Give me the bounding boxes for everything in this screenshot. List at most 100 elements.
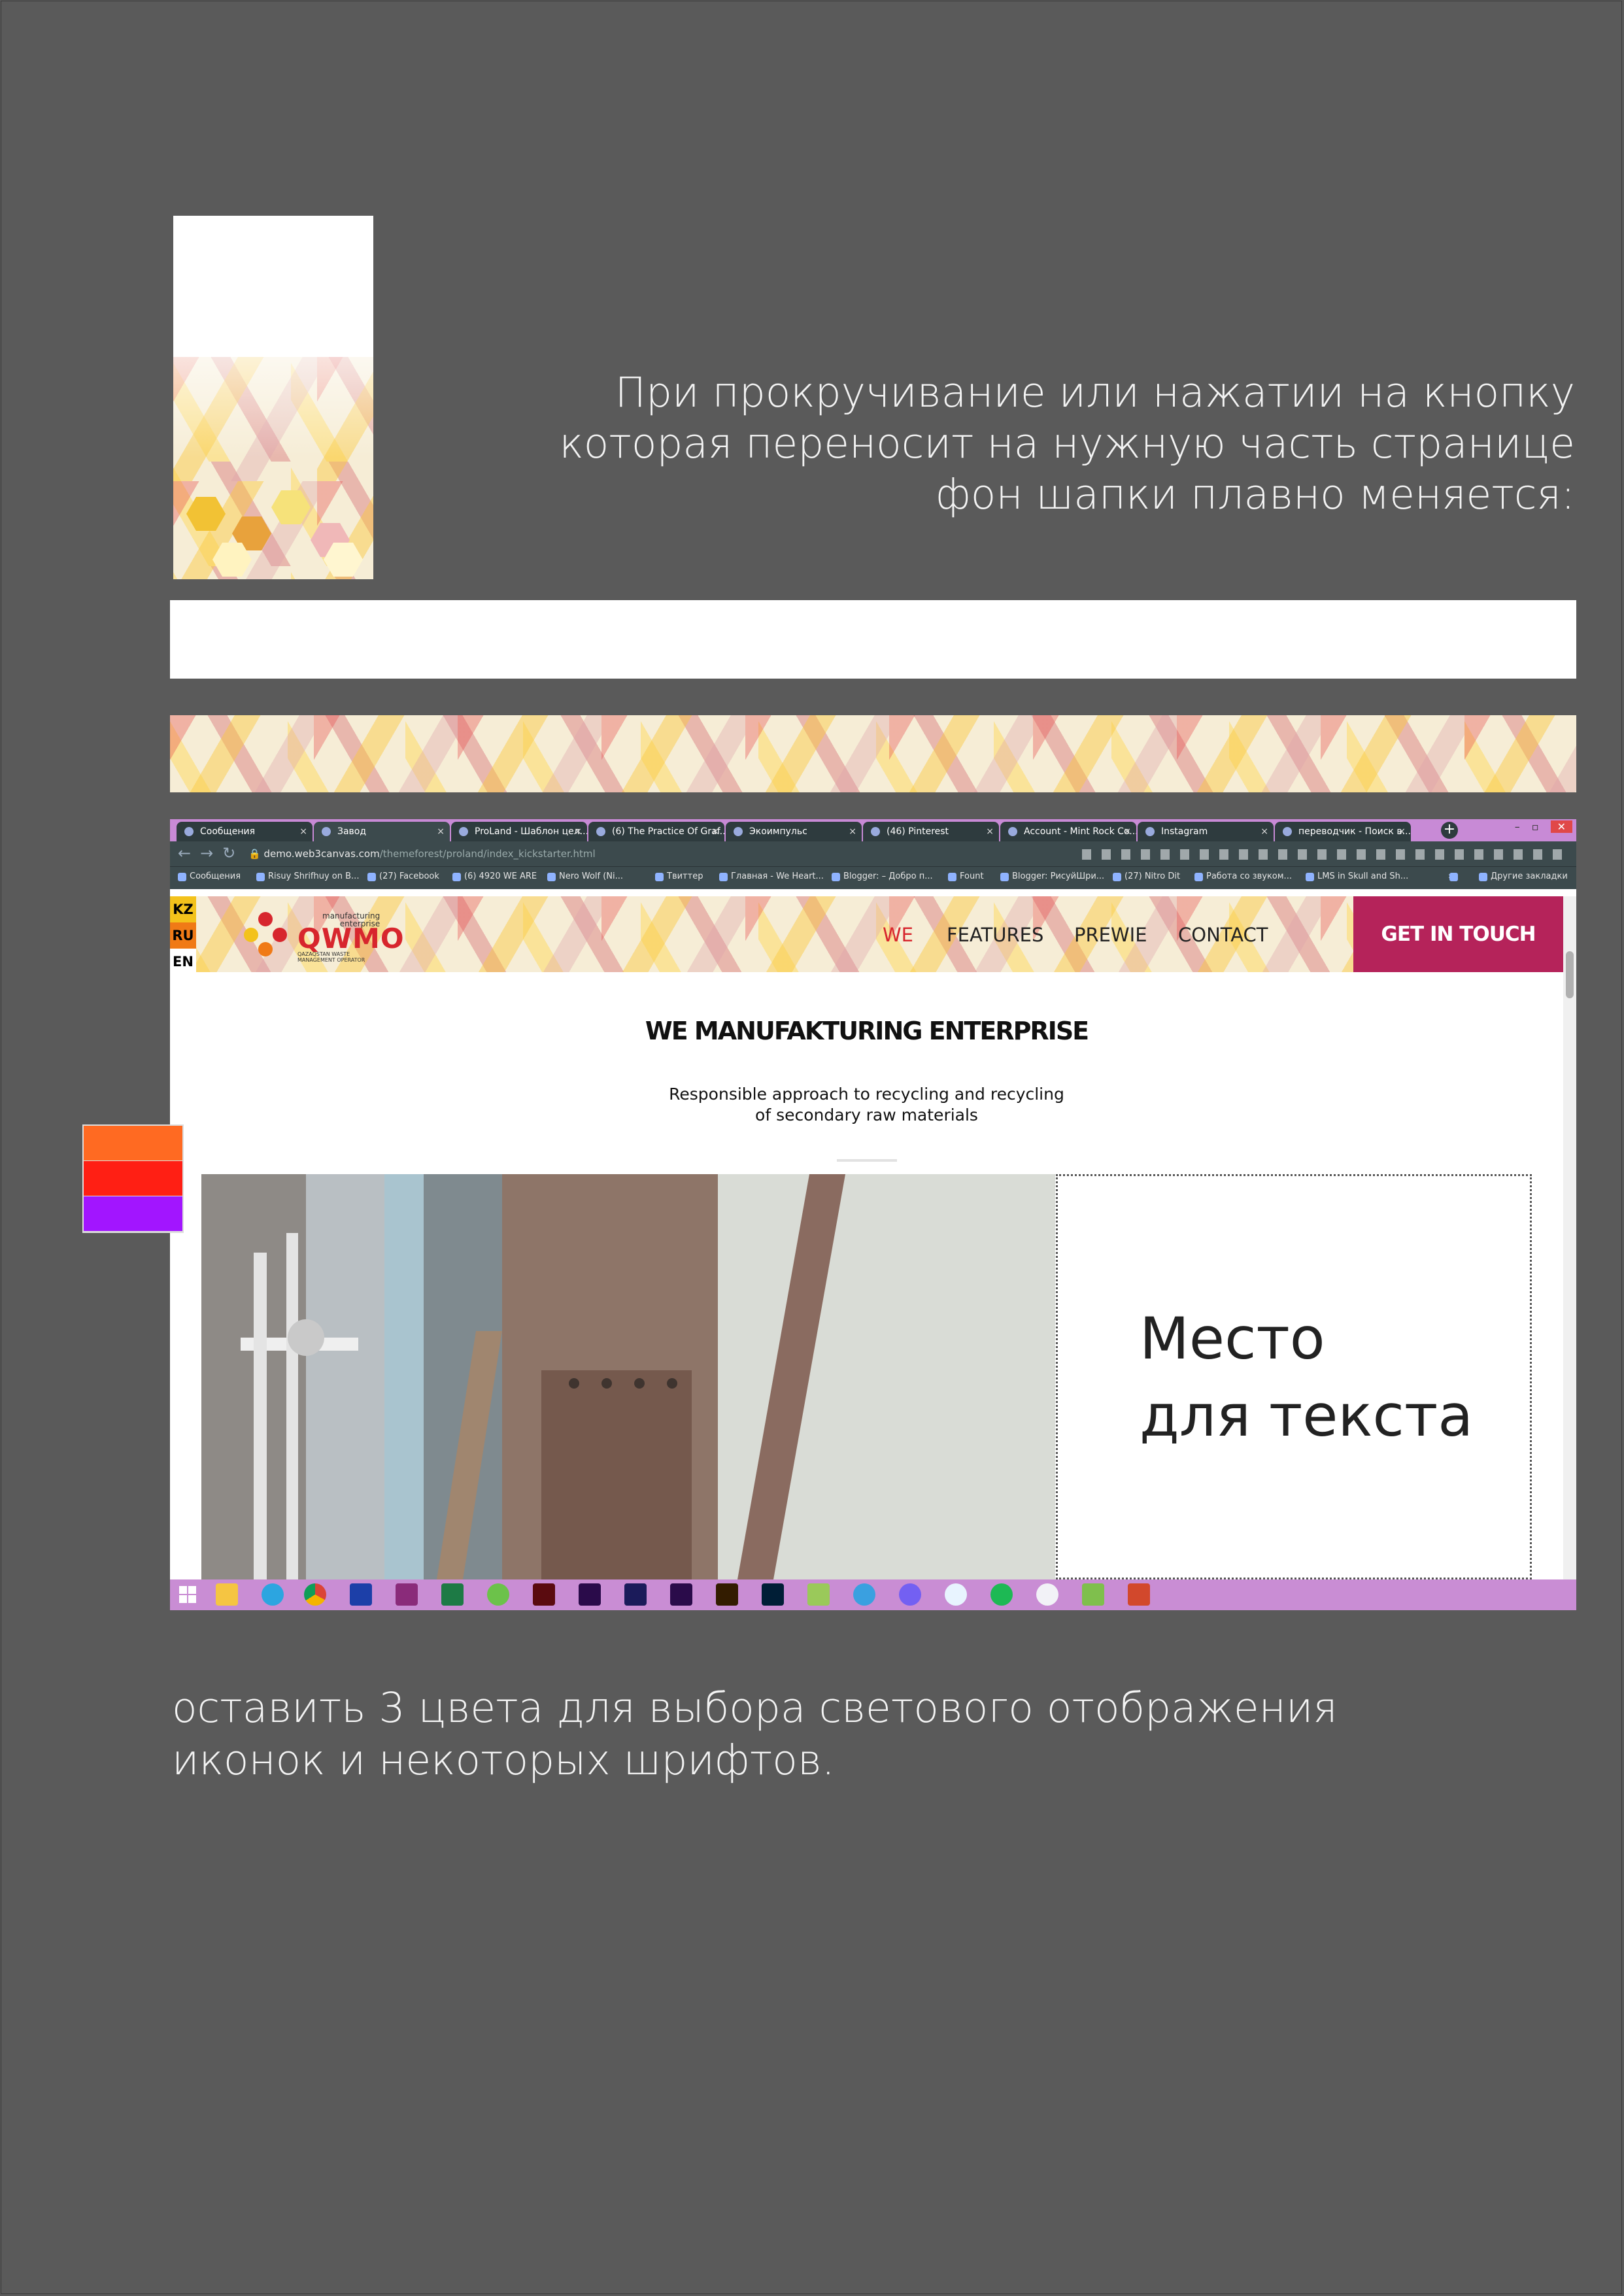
save-icon[interactable] bbox=[350, 1583, 372, 1606]
headline-line: При прокручивание или нажатии на кнопку bbox=[615, 369, 1575, 416]
bookmark-item[interactable]: Blogger: РисуйШри... bbox=[999, 871, 1104, 881]
swatch-purple[interactable] bbox=[84, 1196, 182, 1232]
windows-taskbar bbox=[170, 1579, 1576, 1610]
close-icon[interactable]: × bbox=[574, 822, 582, 841]
browser-tab[interactable]: (6) The Practice Of Graf... × bbox=[588, 822, 724, 841]
clock-24-icon[interactable] bbox=[853, 1583, 875, 1606]
chrome-icon[interactable] bbox=[304, 1583, 326, 1606]
get-in-touch-button[interactable]: GET IN TOUCH bbox=[1353, 896, 1563, 972]
navigation-buttons: ←→↻ bbox=[178, 844, 245, 862]
nav-prewie[interactable]: PREWIE bbox=[1074, 924, 1147, 946]
animate-icon[interactable] bbox=[533, 1583, 555, 1606]
section-subtitle-line: Responsible approach to recycling and re… bbox=[669, 1085, 1064, 1104]
bookmark-item[interactable]: Главная - We Heart... bbox=[718, 871, 824, 881]
bookmark-item[interactable]: Nero Wolf (Ni... bbox=[546, 871, 623, 881]
browser-tab[interactable]: переводчик - Поиск в... × bbox=[1275, 822, 1411, 841]
scrollbar-thumb[interactable] bbox=[1566, 951, 1574, 998]
viber-icon[interactable] bbox=[899, 1583, 921, 1606]
bookmark-item[interactable]: Risuy Shrifhuy on B... bbox=[255, 871, 359, 881]
bookmark-item[interactable]: LMS in Skull and Sh... bbox=[1304, 871, 1408, 881]
tab-favicon-icon bbox=[871, 827, 880, 836]
nav-contact[interactable]: CONTACT bbox=[1178, 924, 1268, 946]
close-icon[interactable]: × bbox=[1260, 822, 1268, 841]
url-field[interactable]: 🔒 demo.web3canvas.com/themeforest/prolan… bbox=[248, 845, 1216, 862]
shazam-icon[interactable] bbox=[945, 1583, 967, 1606]
reload-icon[interactable]: ↻ bbox=[222, 844, 245, 862]
script-icon[interactable] bbox=[807, 1583, 830, 1606]
page-scrollbar[interactable] bbox=[1563, 896, 1576, 1589]
site-header: KZ RU EN manufacturing enterprise QWMO QA… bbox=[170, 896, 1563, 975]
bookmark-item[interactable]: Fount bbox=[947, 871, 984, 881]
browser-tab[interactable]: Завод × bbox=[314, 822, 450, 841]
character-animator-icon[interactable] bbox=[579, 1583, 601, 1606]
illustrator-icon[interactable] bbox=[716, 1583, 738, 1606]
text-placeholder: Место для текста bbox=[1140, 1305, 1474, 1449]
winrar-icon[interactable] bbox=[396, 1583, 418, 1606]
torrent-icon[interactable] bbox=[487, 1583, 509, 1606]
itunes-icon[interactable] bbox=[1036, 1583, 1058, 1606]
browser-tab[interactable]: Экоимпульс × bbox=[726, 822, 862, 841]
back-icon[interactable]: ← bbox=[178, 844, 200, 862]
file-explorer-icon[interactable] bbox=[216, 1583, 238, 1606]
logo-mark-icon bbox=[273, 928, 287, 942]
tab-title: (6) The Practice Of Graf... bbox=[612, 826, 724, 837]
logo-mark-icon bbox=[244, 928, 258, 942]
feather-icon[interactable] bbox=[1082, 1583, 1104, 1606]
tab-favicon-icon bbox=[1145, 827, 1155, 836]
tab-strip: Сообщения × Завод × ProLand - Шаблон цел..… bbox=[170, 819, 1576, 841]
lang-kz[interactable]: KZ bbox=[170, 896, 196, 922]
browser-tab[interactable]: Instagram × bbox=[1138, 822, 1274, 841]
bookmark-item[interactable]: (6) 4920 WE ARE bbox=[451, 871, 537, 881]
restore-icon[interactable]: ▫ bbox=[1532, 820, 1551, 833]
close-icon[interactable]: × bbox=[711, 822, 719, 841]
telegram-icon[interactable] bbox=[262, 1583, 284, 1606]
bookmarks-bar: Сообщения Risuy Shrifhuy on B... (27) Fa… bbox=[170, 866, 1576, 889]
browser-tab[interactable]: (46) Pinterest × bbox=[863, 822, 999, 841]
photoshop-icon[interactable] bbox=[762, 1583, 784, 1606]
windows-start-icon[interactable] bbox=[179, 1586, 196, 1603]
bookmark-item[interactable]: Твиттер bbox=[654, 871, 703, 881]
url-host: demo.web3canvas.com bbox=[263, 848, 380, 860]
lang-en[interactable]: EN bbox=[170, 949, 196, 975]
close-icon[interactable]: × bbox=[1123, 822, 1131, 841]
lang-ru[interactable]: RU bbox=[170, 922, 196, 949]
close-icon[interactable]: × bbox=[299, 822, 307, 841]
new-tab-button[interactable]: + bbox=[1441, 822, 1458, 839]
forward-icon[interactable]: → bbox=[200, 844, 222, 862]
bookmark-item[interactable]: Работа со звуком... bbox=[1193, 871, 1292, 881]
tab-favicon-icon bbox=[459, 827, 468, 836]
acrobat-icon[interactable] bbox=[1128, 1583, 1150, 1606]
browser-tab[interactable]: Account - Mint Rock Co... × bbox=[1000, 822, 1136, 841]
more-bookmarks-button[interactable]: » bbox=[1448, 871, 1458, 881]
close-icon[interactable]: × bbox=[986, 822, 994, 841]
close-icon[interactable]: × bbox=[437, 822, 445, 841]
header-state-white bbox=[170, 600, 1576, 679]
extension-icons[interactable] bbox=[1082, 849, 1566, 860]
bookmark-item[interactable]: (27) Facebook bbox=[366, 871, 439, 881]
other-bookmarks-folder[interactable]: Другие закладки bbox=[1478, 871, 1568, 881]
bookmark-item[interactable]: Сообщения bbox=[177, 871, 241, 881]
logo-subtitle: QAZAQSTAN WASTE MANAGEMENT OPERATOR bbox=[297, 951, 365, 963]
tab-favicon-icon bbox=[322, 827, 331, 836]
adobe-dimension-icon[interactable] bbox=[624, 1583, 647, 1606]
close-icon[interactable]: × bbox=[849, 822, 856, 841]
minimize-icon[interactable]: – bbox=[1515, 820, 1532, 833]
swatch-red[interactable] bbox=[84, 1161, 182, 1196]
close-icon[interactable]: × bbox=[1398, 822, 1406, 841]
industrial-photo bbox=[201, 1174, 1055, 1579]
bookmark-item[interactable]: Blogger: – Добро п... bbox=[830, 871, 933, 881]
swatch-orange[interactable] bbox=[84, 1126, 182, 1161]
nav-features[interactable]: FEATURES bbox=[947, 924, 1043, 946]
header-state-pattern bbox=[170, 715, 1576, 792]
site-logo[interactable]: manufacturing enterprise QWMO QAZAQSTAN W… bbox=[239, 908, 404, 963]
tab-favicon-icon bbox=[1008, 827, 1017, 836]
excel-icon[interactable] bbox=[441, 1583, 464, 1606]
browser-tab[interactable]: Сообщения × bbox=[177, 822, 313, 841]
tab-title: ProLand - Шаблон цел... bbox=[475, 826, 587, 837]
bookmark-item[interactable]: (27) Nitro Dit bbox=[1111, 871, 1180, 881]
close-window-icon[interactable]: ✕ bbox=[1550, 820, 1572, 833]
browser-tab[interactable]: ProLand - Шаблон цел... × bbox=[451, 822, 587, 841]
nav-we[interactable]: WE bbox=[883, 924, 913, 946]
premiere-icon[interactable] bbox=[670, 1583, 692, 1606]
spotify-icon[interactable] bbox=[990, 1583, 1013, 1606]
